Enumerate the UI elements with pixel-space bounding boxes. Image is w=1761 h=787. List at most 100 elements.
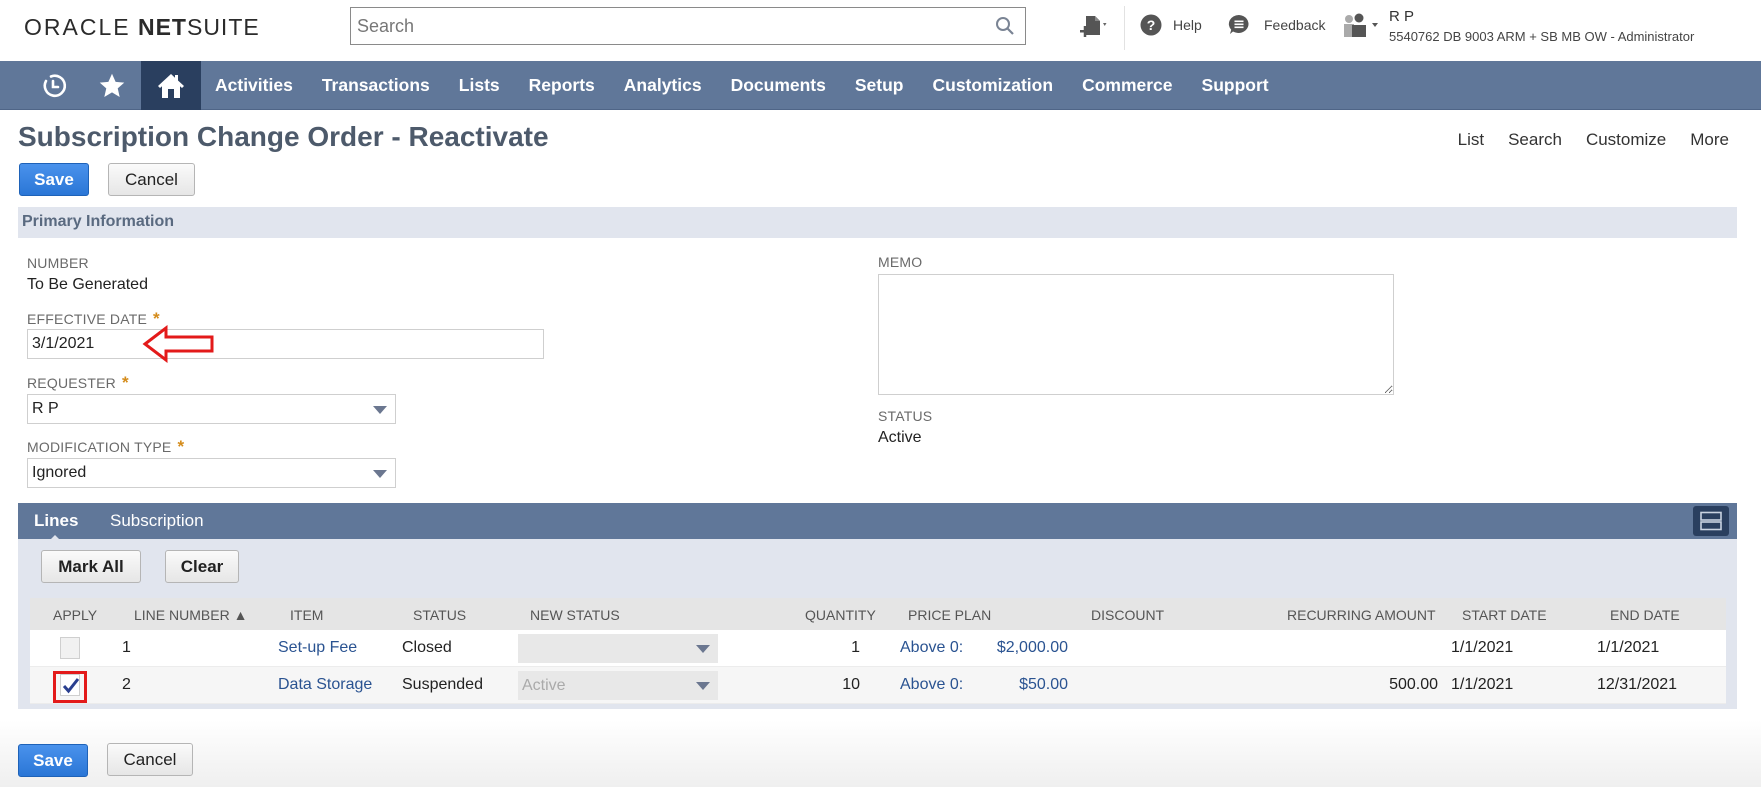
col-status[interactable]: STATUS	[413, 598, 466, 630]
nav-transactions[interactable]: Transactions	[322, 75, 430, 96]
users-role-icon	[1344, 13, 1378, 37]
lines-table: APPLY LINE NUMBER ▲ ITEM STATUS NEW STAT…	[30, 598, 1726, 704]
requester-value: R P	[32, 400, 59, 417]
col-end-date[interactable]: END DATE	[1610, 598, 1680, 630]
number-label: NUMBER	[27, 255, 89, 271]
status-value: Active	[878, 429, 922, 446]
col-new-status[interactable]: NEW STATUS	[530, 598, 620, 630]
nav-lists[interactable]: Lists	[459, 75, 500, 96]
memo-label: MEMO	[878, 254, 923, 270]
home-button[interactable]	[141, 61, 201, 110]
col-price-plan[interactable]: PRICE PLAN	[908, 598, 991, 630]
item-link[interactable]: Data Storage	[278, 667, 372, 703]
start-date-cell: 1/1/2021	[1451, 639, 1514, 656]
col-start-date[interactable]: START DATE	[1462, 598, 1547, 630]
nav-menu: Activities Transactions Lists Reports An…	[215, 61, 1298, 110]
effective-date-label: EFFECTIVE DATE *	[27, 309, 160, 329]
requester-select[interactable]: R P	[27, 394, 396, 424]
price-tier-link[interactable]: Above 0:	[900, 667, 963, 703]
table-row: 2 Data Storage Suspended Active 10 Above…	[30, 667, 1726, 704]
feedback-icon	[1228, 14, 1249, 35]
modification-type-label-text: MODIFICATION TYPE	[27, 439, 172, 455]
cancel-button-bottom[interactable]: Cancel	[107, 743, 193, 776]
col-discount[interactable]: DISCOUNT	[1091, 598, 1164, 630]
logo-net-text: NET	[137, 14, 187, 40]
role-switcher-button[interactable]	[1342, 13, 1382, 39]
main-navigation: Activities Transactions Lists Reports An…	[0, 61, 1761, 110]
col-line-number[interactable]: LINE NUMBER ▲	[134, 598, 247, 630]
nav-customization[interactable]: Customization	[933, 75, 1054, 96]
new-status-value: Active	[522, 676, 566, 694]
stacked-layout-icon	[1700, 511, 1722, 531]
search-icon[interactable]	[995, 16, 1015, 36]
feedback-button[interactable]: Feedback	[1228, 14, 1325, 36]
number-value: To Be Generated	[27, 276, 148, 293]
line-number-cell: 1	[122, 639, 131, 656]
chevron-down-icon	[373, 406, 387, 414]
nav-setup[interactable]: Setup	[855, 75, 904, 96]
section-title: Primary Information	[22, 213, 175, 230]
apply-cell	[60, 630, 80, 666]
recent-records-button[interactable]	[38, 61, 70, 110]
save-button-top[interactable]: Save	[19, 163, 89, 196]
col-recurring-amount[interactable]: RECURRING AMOUNT	[1287, 598, 1436, 630]
required-mark: *	[177, 437, 185, 456]
end-date-cell: 12/31/2021	[1597, 676, 1678, 693]
search-link[interactable]: Search	[1508, 130, 1562, 150]
tab-subscription[interactable]: Subscription	[110, 511, 204, 531]
page-actions: List Search Customize More	[1434, 130, 1729, 150]
list-link[interactable]: List	[1458, 130, 1484, 150]
favorites-button[interactable]	[96, 61, 128, 110]
apply-checkbox[interactable]	[60, 637, 80, 659]
modification-type-label: MODIFICATION TYPE *	[27, 437, 184, 457]
clear-button[interactable]: Clear	[165, 550, 239, 583]
page-title: Subscription Change Order - Reactivate	[18, 121, 549, 152]
apply-cell	[53, 667, 87, 703]
chevron-down-icon	[373, 470, 387, 478]
more-link[interactable]: More	[1690, 130, 1729, 150]
nav-analytics[interactable]: Analytics	[624, 75, 702, 96]
effective-date-input[interactable]: 3/1/2021	[27, 329, 544, 359]
memo-textarea[interactable]	[878, 274, 1394, 395]
col-apply: APPLY	[53, 607, 98, 623]
red-arrow-annotation	[142, 325, 214, 363]
table-header: APPLY LINE NUMBER ▲ ITEM STATUS NEW STAT…	[30, 598, 1726, 630]
nav-commerce[interactable]: Commerce	[1082, 75, 1172, 96]
star-icon	[99, 73, 125, 97]
nav-documents[interactable]: Documents	[731, 75, 826, 96]
global-search-input[interactable]	[351, 8, 971, 44]
nav-activities[interactable]: Activities	[215, 75, 293, 96]
primary-information-header[interactable]: Primary Information	[18, 207, 1737, 238]
item-link[interactable]: Set-up Fee	[278, 630, 357, 666]
quantity-cell: 1	[851, 639, 860, 656]
create-new-button[interactable]	[1078, 14, 1112, 42]
help-button[interactable]: ? Help	[1140, 14, 1202, 36]
modification-type-select[interactable]: Ignored	[27, 458, 396, 488]
requester-label: REQUESTER *	[27, 373, 129, 393]
tab-lines[interactable]: Lines	[34, 511, 78, 542]
svg-text:?: ?	[1147, 17, 1156, 33]
price-tier-link[interactable]: Above 0:	[900, 630, 963, 666]
line-number-cell: 2	[122, 676, 131, 693]
new-status-select[interactable]	[518, 634, 718, 663]
price-link[interactable]: $50.00	[1019, 667, 1068, 703]
netsuite-logo[interactable]: ORACLE NETSUITE	[24, 14, 260, 41]
status-label: STATUS	[878, 408, 933, 424]
col-item[interactable]: ITEM	[290, 598, 323, 630]
cancel-button-top[interactable]: Cancel	[108, 163, 195, 196]
apply-checkbox[interactable]	[53, 671, 87, 703]
save-button-bottom[interactable]: Save	[18, 744, 88, 777]
user-name: R P	[1389, 8, 1415, 25]
mark-all-button[interactable]: Mark All	[41, 550, 141, 583]
quantity-cell: 10	[842, 676, 860, 693]
col-quantity[interactable]: QUANTITY	[805, 598, 876, 630]
feedback-label: Feedback	[1264, 17, 1326, 33]
nav-support[interactable]: Support	[1202, 75, 1269, 96]
new-status-select[interactable]: Active	[518, 671, 718, 700]
chevron-down-icon	[696, 645, 710, 653]
price-link[interactable]: $2,000.00	[997, 630, 1068, 666]
layout-toggle-button[interactable]	[1693, 506, 1729, 536]
nav-reports[interactable]: Reports	[529, 75, 595, 96]
help-label: Help	[1173, 17, 1202, 33]
customize-link[interactable]: Customize	[1586, 130, 1666, 150]
